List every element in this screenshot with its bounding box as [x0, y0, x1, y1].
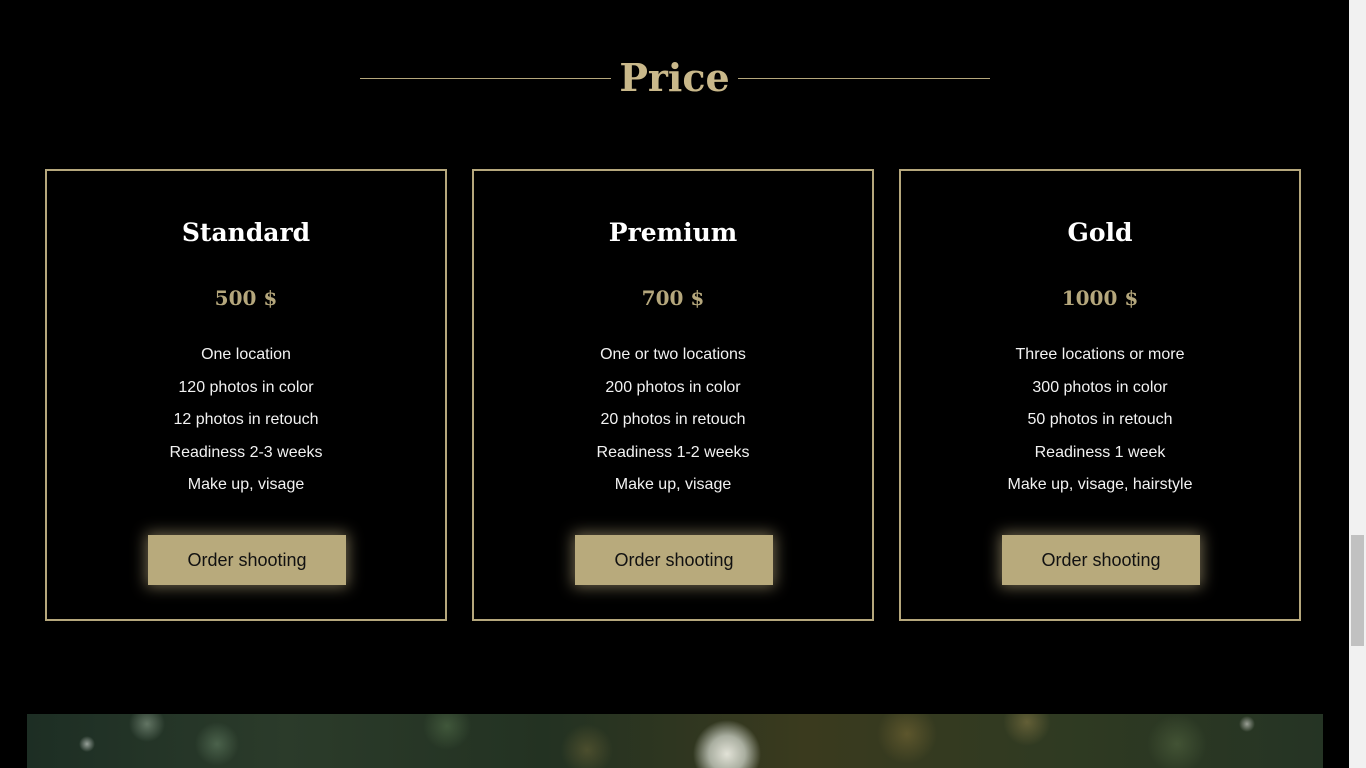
- plan-price: 500 $: [214, 286, 278, 310]
- price-section-header: Price: [360, 52, 990, 104]
- feature-item: 300 photos in color: [1032, 378, 1168, 396]
- header-divider-left: [360, 78, 611, 79]
- feature-item: Readiness 2-3 weeks: [169, 443, 323, 461]
- pricing-card-gold: Gold 1000 $ Three locations or more 300 …: [899, 169, 1301, 621]
- feature-item: Make up, visage: [187, 476, 305, 493]
- page-scrollbar[interactable]: [1349, 0, 1366, 768]
- plan-name: Gold: [1067, 218, 1133, 247]
- feature-list: Three locations or more 300 photos in co…: [901, 339, 1299, 502]
- feature-item: 50 photos in retouch: [1027, 411, 1173, 428]
- order-shooting-button[interactable]: Order shooting: [1002, 535, 1200, 585]
- feature-item: One location: [201, 346, 291, 363]
- plan-name: Premium: [608, 218, 738, 247]
- order-shooting-button[interactable]: Order shooting: [148, 535, 346, 585]
- feature-item: Make up, visage, hairstyle: [1007, 476, 1193, 493]
- plan-price: 1000 $: [1061, 286, 1139, 310]
- plan-price: 700 $: [641, 286, 705, 310]
- feature-item: Readiness 1 week: [1034, 443, 1166, 461]
- feature-item: 200 photos in color: [605, 378, 741, 396]
- feature-list: One or two locations 200 photos in color…: [474, 339, 872, 502]
- feature-item: One or two locations: [600, 346, 746, 363]
- feature-item: 20 photos in retouch: [600, 411, 746, 428]
- pricing-card-premium: Premium 700 $ One or two locations 200 p…: [472, 169, 874, 621]
- feature-item: 120 photos in color: [178, 378, 314, 396]
- section-title: Price: [619, 55, 730, 100]
- feature-item: Make up, visage: [614, 476, 732, 493]
- order-shooting-button[interactable]: Order shooting: [575, 535, 773, 585]
- plan-name: Standard: [181, 218, 311, 247]
- pricing-card-standard: Standard 500 $ One location 120 photos i…: [45, 169, 447, 621]
- scrollbar-thumb[interactable]: [1351, 535, 1364, 646]
- header-divider-right: [738, 78, 990, 79]
- gallery-photo: [27, 714, 1323, 768]
- feature-item: 12 photos in retouch: [173, 411, 319, 428]
- feature-item: Three locations or more: [1015, 346, 1185, 363]
- page: Price Standard 500 $ One location 120 ph…: [0, 0, 1349, 768]
- feature-list: One location 120 photos in color 12 phot…: [47, 339, 445, 502]
- feature-item: Readiness 1-2 weeks: [596, 443, 750, 461]
